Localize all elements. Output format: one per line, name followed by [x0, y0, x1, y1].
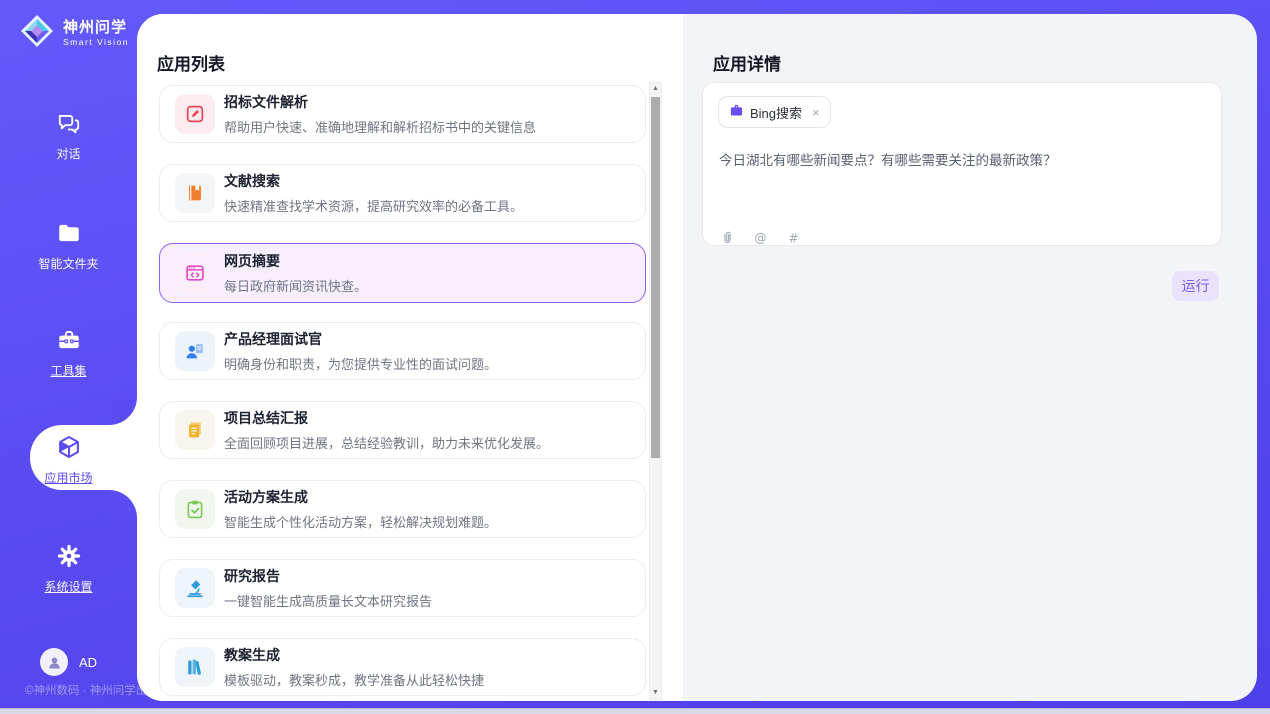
attachment-toolbar: @# [719, 230, 802, 247]
sidebar-item-label: 系统设置 [0, 578, 137, 595]
gear-icon [56, 543, 82, 569]
app-list-panel: 应用列表 招标文件解析帮助用户快速、准确地理解和解析招标书中的关键信息文献搜索快… [137, 14, 683, 701]
app-logo: 神州问学 Smart Vision [18, 12, 129, 55]
interviewer-icon [175, 331, 215, 371]
query-editor-card: Bing搜索 × 今日湖北有哪些新闻要点？有哪些需要关注的最新政策？ @# [702, 82, 1222, 246]
microscope-icon [175, 568, 215, 608]
sidebar-item-1[interactable]: 对话 [0, 110, 137, 162]
sidebar-item-3[interactable]: 工具集 [0, 327, 137, 379]
app-card-3[interactable]: 网页摘要每日政府新闻资讯快查。 [159, 243, 646, 303]
app-card-desc: 智能生成个性化活动方案，轻松解决规划难题。 [224, 512, 497, 531]
app-card-title: 文献搜索 [224, 171, 523, 191]
books-icon [175, 647, 215, 687]
scrollbar-up-arrow[interactable]: ▲ [650, 83, 661, 95]
app-card-title: 网页摘要 [224, 251, 367, 271]
toolbox-icon [56, 327, 82, 353]
app-detail-panel: 应用详情 Bing搜索 × 今日湖北有哪些新闻要点？有哪些需要关注的最新政策？ … [683, 14, 1257, 701]
user-initials: AD [79, 655, 97, 670]
app-card-title: 活动方案生成 [224, 487, 497, 507]
app-list-title: 应用列表 [157, 50, 225, 75]
tool-tag-bing-search[interactable]: Bing搜索 × [718, 96, 831, 128]
app-card-desc: 明确身份和职责，为您提供专业性的面试问题。 [224, 354, 497, 373]
paperclip-icon[interactable] [719, 230, 736, 247]
app-card-1[interactable]: 招标文件解析帮助用户快速、准确地理解和解析招标书中的关键信息 [159, 85, 646, 143]
sidebar-item-5[interactable]: 系统设置 [0, 543, 137, 595]
app-card-4[interactable]: 产品经理面试官明确身份和职责，为您提供专业性的面试问题。 [159, 322, 646, 380]
brand-subtitle: Smart Vision [63, 38, 129, 47]
hash-icon[interactable]: # [785, 230, 802, 247]
at-icon[interactable]: @ [752, 230, 769, 247]
app-card-desc: 一键智能生成高质量长文本研究报告 [224, 591, 432, 610]
run-button[interactable]: 运行 [1172, 271, 1219, 301]
svg-text:#: # [788, 231, 798, 245]
app-card-desc: 每日政府新闻资讯快查。 [224, 276, 367, 295]
svg-text:@: @ [754, 231, 766, 245]
app-card-desc: 快速精准查找学术资源，提高研究效率的必备工具。 [224, 196, 523, 215]
app-card-title: 研究报告 [224, 566, 432, 586]
close-icon[interactable]: × [812, 105, 820, 120]
app-card-desc: 帮助用户快速、准确地理解和解析招标书中的关键信息 [224, 117, 536, 136]
app-card-8[interactable]: 教案生成模板驱动，教案秒成，教学准备从此轻松快捷 [159, 638, 646, 696]
app-card-title: 教案生成 [224, 645, 484, 665]
avatar[interactable] [40, 648, 68, 676]
app-card-title: 项目总结汇报 [224, 408, 549, 428]
sidebar-item-label: 智能文件夹 [0, 255, 137, 272]
clipboard-check-icon [175, 489, 215, 529]
briefcase-icon [729, 103, 744, 121]
query-input[interactable]: 今日湖北有哪些新闻要点？有哪些需要关注的最新政策？ [719, 152, 1205, 171]
main-surface: 应用列表 招标文件解析帮助用户快速、准确地理解和解析招标书中的关键信息文献搜索快… [137, 14, 1257, 701]
app-card-title: 招标文件解析 [224, 92, 536, 112]
diamond-logo-icon [18, 12, 56, 55]
app-card-title: 产品经理面试官 [224, 329, 497, 349]
sidebar-item-label: 对话 [0, 145, 137, 162]
cube-icon [56, 434, 82, 460]
edit-document-icon [175, 94, 215, 134]
user-row[interactable]: AD [40, 648, 97, 676]
app-detail-title: 应用详情 [713, 50, 781, 75]
list-scrollbar[interactable]: ▲ ▼ [649, 82, 662, 700]
sidebar: 神州问学 Smart Vision 对话智能文件夹工具集应用市场系统设置 AD … [0, 0, 137, 714]
app-card-list: 招标文件解析帮助用户快速、准确地理解和解析招标书中的关键信息文献搜索快速精准查找… [159, 85, 646, 701]
sidebar-item-label: 应用市场 [0, 469, 137, 486]
browser-code-icon [175, 253, 215, 293]
folder-icon [56, 220, 82, 246]
sidebar-item-2[interactable]: 智能文件夹 [0, 220, 137, 272]
tool-tag-label: Bing搜索 [750, 103, 802, 122]
window-bottom-edge [0, 708, 1270, 714]
app-card-desc: 全面回顾项目进展，总结经验教训，助力未来优化发展。 [224, 433, 549, 452]
app-card-desc: 模板驱动，教案秒成，教学准备从此轻松快捷 [224, 670, 484, 689]
scrollbar-down-arrow[interactable]: ▼ [650, 687, 661, 699]
chat-icon [56, 110, 82, 136]
book-icon [175, 173, 215, 213]
sidebar-item-4[interactable]: 应用市场 [0, 434, 137, 486]
app-card-6[interactable]: 活动方案生成智能生成个性化活动方案，轻松解决规划难题。 [159, 480, 646, 538]
scrollbar-thumb[interactable] [651, 97, 660, 458]
report-doc-icon [175, 410, 215, 450]
app-card-2[interactable]: 文献搜索快速精准查找学术资源，提高研究效率的必备工具。 [159, 164, 646, 222]
app-card-5[interactable]: 项目总结汇报全面回顾项目进展，总结经验教训，助力未来优化发展。 [159, 401, 646, 459]
sidebar-item-label: 工具集 [0, 362, 137, 379]
app-card-7[interactable]: 研究报告一键智能生成高质量长文本研究报告 [159, 559, 646, 617]
brand-name: 神州问学 [63, 20, 129, 36]
